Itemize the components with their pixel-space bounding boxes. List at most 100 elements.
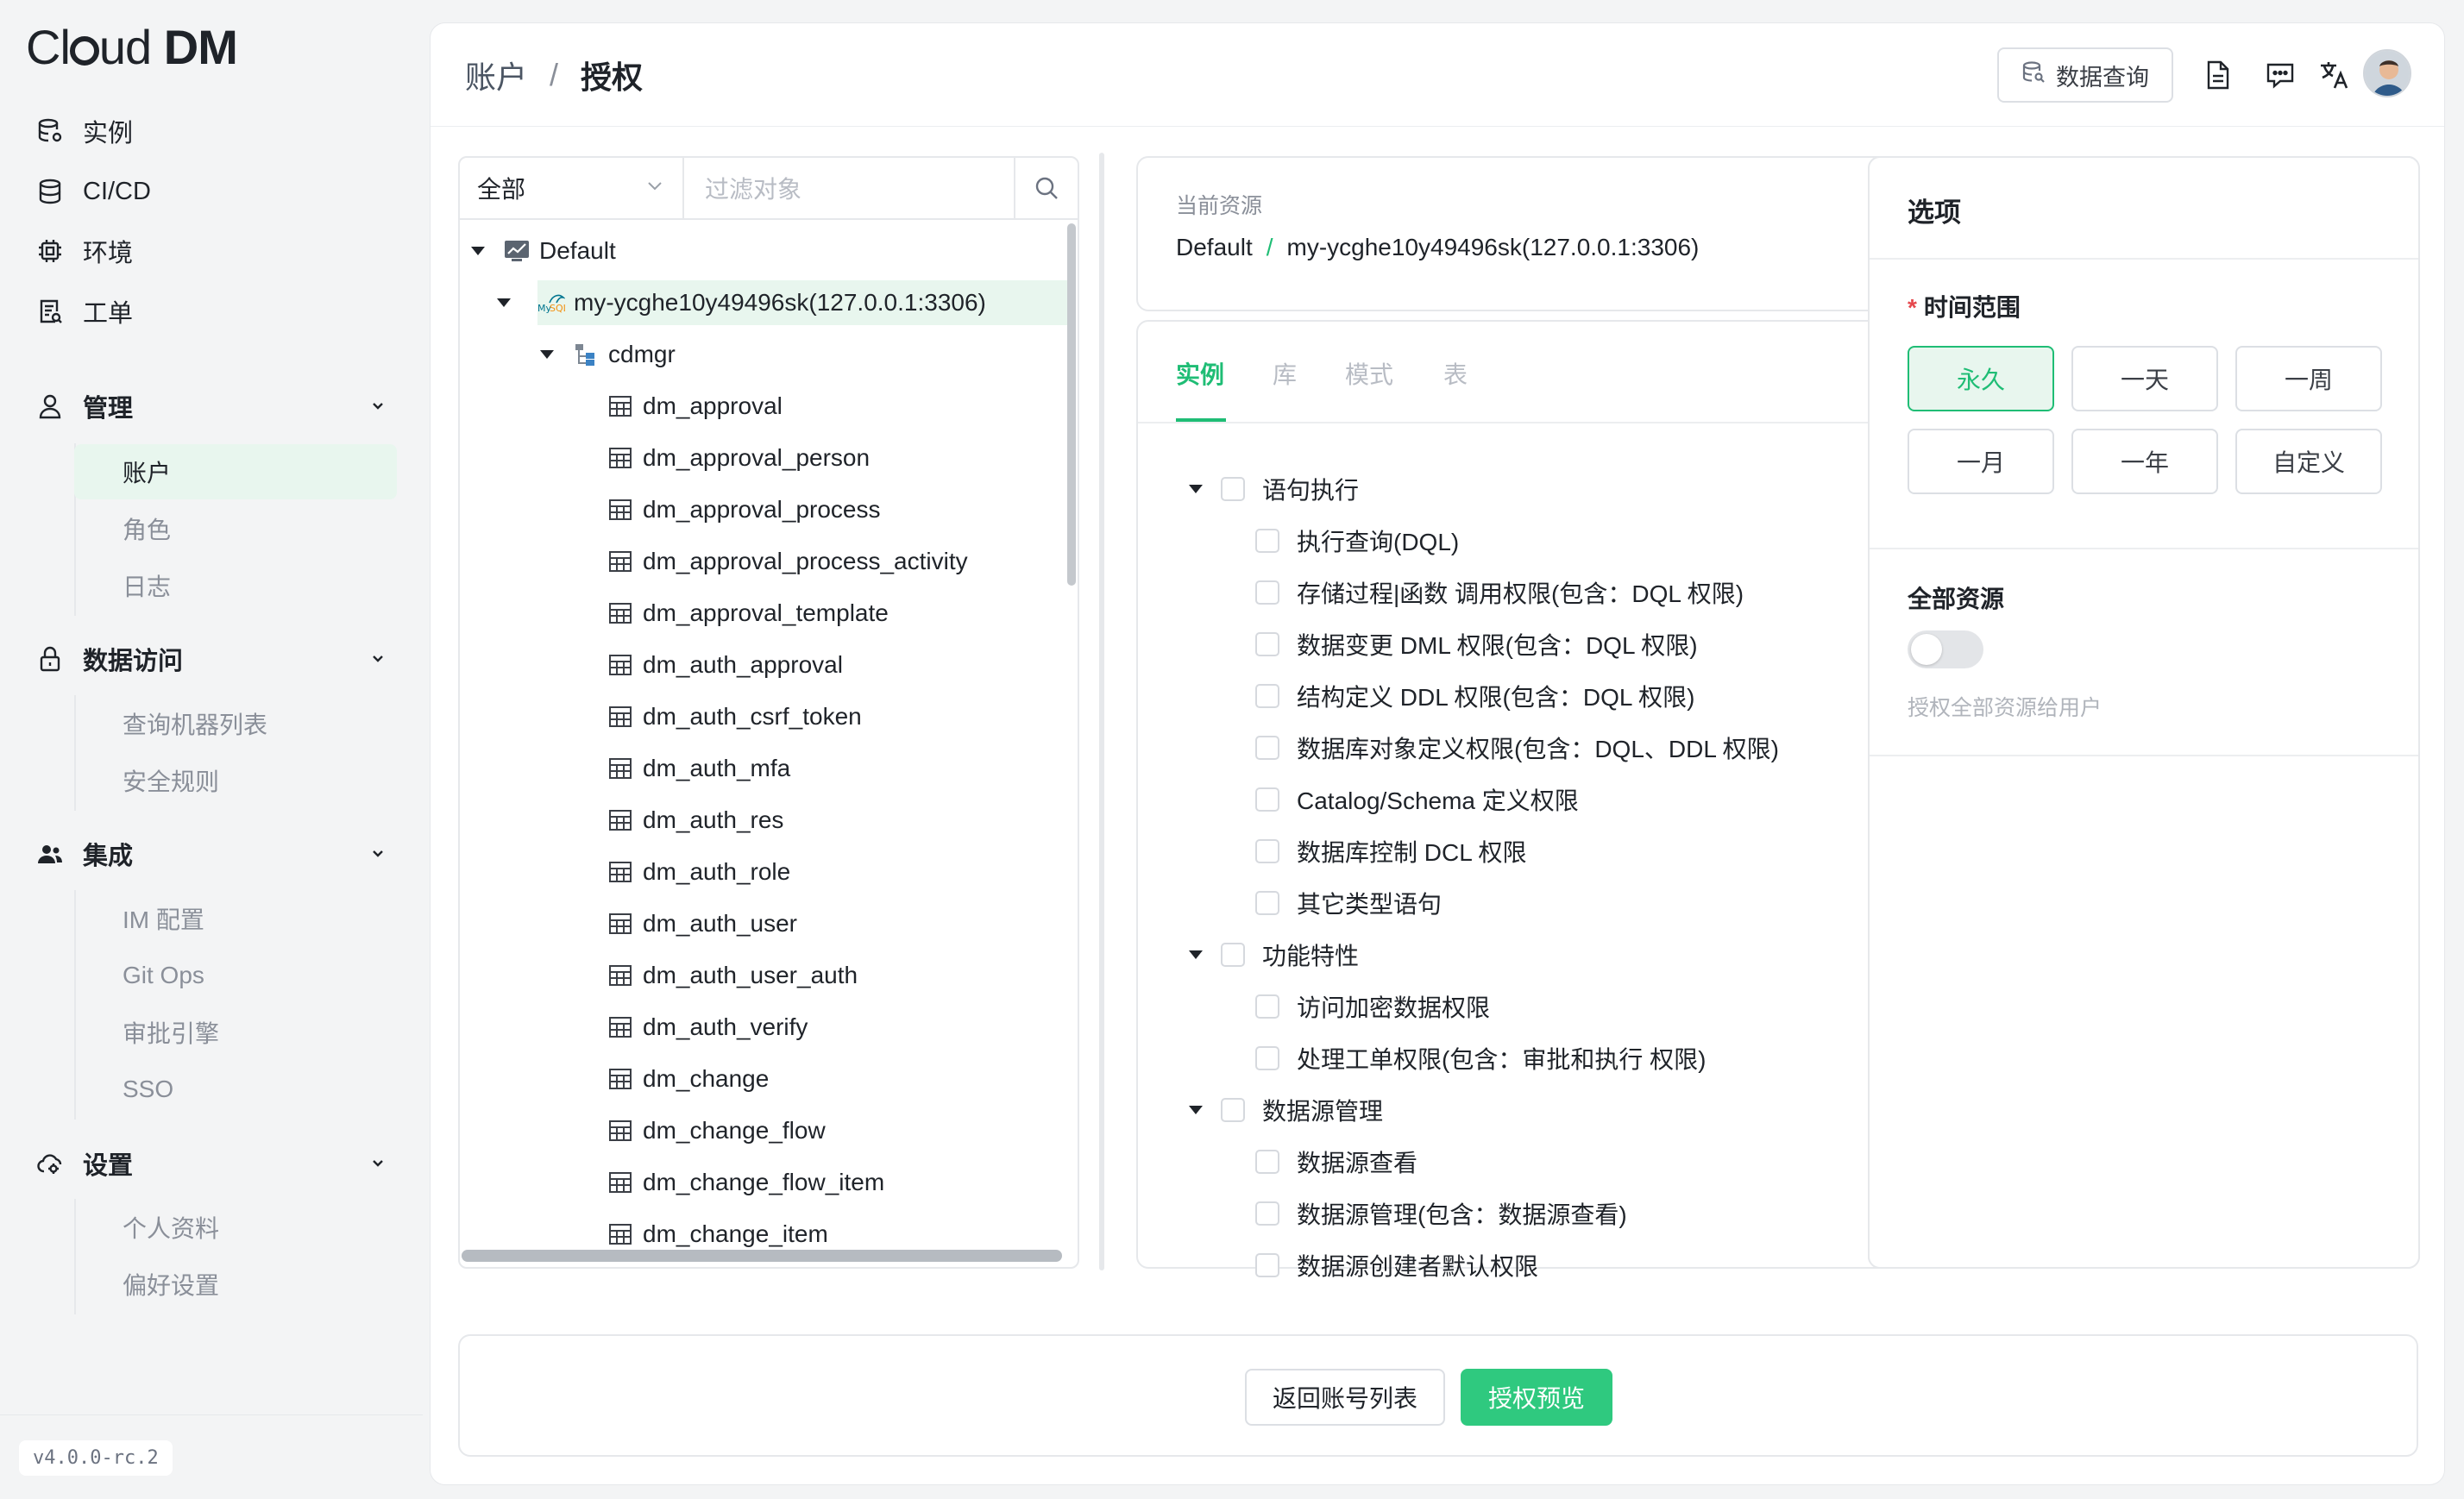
sidebar-item-roles[interactable]: 角色 <box>74 501 397 556</box>
permission-group[interactable]: 数据源管理 <box>1186 1088 1383 1132</box>
sidebar-group-management[interactable]: 管理 <box>35 383 388 430</box>
permission-item[interactable]: 数据变更 DML 权限(包含：DQL 权限) <box>1255 622 1698 667</box>
all-resources-toggle[interactable] <box>1908 630 1983 668</box>
caret-down-icon[interactable] <box>1186 480 1205 499</box>
caret-down-icon[interactable] <box>1186 945 1205 964</box>
range-custom-button[interactable]: 自定义 <box>2235 429 2382 494</box>
range-year-button[interactable]: 一年 <box>2071 429 2218 494</box>
permission-group-checkbox[interactable] <box>1221 943 1245 967</box>
chat-icon[interactable] <box>2263 58 2297 92</box>
sidebar-item-approval-engine[interactable]: 审批引擎 <box>74 1005 397 1060</box>
permission-item[interactable]: 数据源创建者默认权限 <box>1255 1243 1538 1288</box>
permission-item[interactable]: 访问加密数据权限 <box>1255 984 1490 1029</box>
permission-group[interactable]: 功能特性 <box>1186 932 1359 977</box>
permission-checkbox[interactable] <box>1255 736 1279 760</box>
tree-node-table[interactable]: dm_auth_mfa <box>607 746 790 791</box>
permission-checkbox[interactable] <box>1255 684 1279 708</box>
permission-checkbox[interactable] <box>1255 1046 1279 1070</box>
tree-node-table[interactable]: dm_auth_approval <box>607 643 843 687</box>
scope-select[interactable]: 全部 <box>460 158 684 218</box>
permission-item[interactable]: 执行查询(DQL) <box>1255 518 1459 563</box>
tree-node-database[interactable]: cdmgr <box>537 332 676 377</box>
sidebar-item-query-machines[interactable]: 查询机器列表 <box>74 696 397 751</box>
sidebar-item-profile[interactable]: 个人资料 <box>74 1200 397 1255</box>
sidebar-item-git-ops[interactable]: Git Ops <box>74 948 397 1003</box>
range-month-button[interactable]: 一月 <box>1908 429 2054 494</box>
caret-down-icon[interactable] <box>468 241 487 260</box>
caret-down-icon[interactable] <box>494 293 513 312</box>
user-avatar[interactable] <box>2363 49 2411 97</box>
tree-node-table[interactable]: dm_auth_csrf_token <box>607 694 862 739</box>
document-icon[interactable] <box>2201 58 2235 92</box>
tree-node-table[interactable]: dm_auth_res <box>607 798 783 843</box>
panel-resize-handle[interactable] <box>1099 153 1104 1270</box>
app-logo[interactable]: Cl ud DM <box>26 19 238 75</box>
sidebar-group-integration[interactable]: 集成 <box>35 831 388 877</box>
sidebar-item-cicd[interactable]: CI/CD <box>35 170 151 213</box>
tree-node-table[interactable]: dm_approval_process_activity <box>607 539 968 584</box>
sidebar-item-preferences[interactable]: 偏好设置 <box>74 1257 397 1312</box>
permission-group[interactable]: 语句执行 <box>1186 467 1359 511</box>
horizontal-scrollbar[interactable] <box>462 1250 1062 1262</box>
tab-schema[interactable]: 模式 <box>1345 356 1393 391</box>
permission-item[interactable]: 数据源管理(包含：数据源查看) <box>1255 1191 1627 1236</box>
caret-down-icon[interactable] <box>537 345 556 364</box>
filter-objects-input[interactable]: 过滤对象 <box>684 158 1015 218</box>
permission-item[interactable]: 数据库控制 DCL 权限 <box>1255 829 1527 874</box>
permission-item[interactable]: 数据源查看 <box>1255 1139 1417 1184</box>
back-to-accounts-button[interactable]: 返回账号列表 <box>1245 1369 1445 1426</box>
permission-checkbox[interactable] <box>1255 632 1279 656</box>
permission-item[interactable]: 处理工单权限(包含：审批和执行 权限) <box>1255 1036 1706 1081</box>
permission-checkbox[interactable] <box>1255 580 1279 605</box>
sidebar-item-sso[interactable]: SSO <box>74 1062 397 1117</box>
range-forever-button[interactable]: 永久 <box>1908 346 2054 411</box>
sidebar-item-accounts[interactable]: 账户 <box>74 444 397 499</box>
breadcrumb-item[interactable]: 账户 <box>465 53 527 97</box>
permission-item[interactable]: 数据库对象定义权限(包含：DQL、DDL 权限) <box>1255 725 1779 770</box>
permission-checkbox[interactable] <box>1255 529 1279 553</box>
translate-icon[interactable] <box>2316 58 2351 92</box>
permission-group-checkbox[interactable] <box>1221 477 1245 501</box>
tree-node-table[interactable]: dm_approval_template <box>607 591 889 636</box>
sidebar-item-tickets[interactable]: 工单 <box>35 290 133 333</box>
tree-node-table[interactable]: dm_approval_person <box>607 436 870 480</box>
permission-checkbox[interactable] <box>1255 994 1279 1019</box>
tree-node-table[interactable]: dm_approval <box>607 384 783 429</box>
tree-node-table[interactable]: dm_auth_user <box>607 901 797 946</box>
tree-node-instance[interactable]: MySQL my-ycghe10y49496sk(127.0.0.1:3306) <box>497 280 1069 325</box>
authorize-preview-button[interactable]: 授权预览 <box>1461 1369 1612 1426</box>
tree-node-root[interactable]: Default <box>468 229 616 273</box>
sidebar-item-instances[interactable]: 实例 <box>35 110 133 153</box>
tab-database[interactable]: 库 <box>1273 356 1297 391</box>
tree-node-table[interactable]: dm_approval_process <box>607 487 881 532</box>
tree-node-table[interactable]: dm_auth_verify <box>607 1005 808 1050</box>
sidebar-group-data-access[interactable]: 数据访问 <box>35 636 388 682</box>
range-week-button[interactable]: 一周 <box>2235 346 2382 411</box>
sidebar-item-security-rules[interactable]: 安全规则 <box>74 753 397 808</box>
permission-checkbox[interactable] <box>1255 1201 1279 1226</box>
range-day-button[interactable]: 一天 <box>2071 346 2218 411</box>
vertical-scrollbar[interactable] <box>1067 223 1076 586</box>
permission-checkbox[interactable] <box>1255 891 1279 915</box>
sidebar-item-environment[interactable]: 环境 <box>35 229 133 273</box>
caret-down-icon[interactable] <box>1186 1101 1205 1120</box>
tree-node-table[interactable]: dm_auth_user_auth <box>607 953 858 998</box>
tree-node-table[interactable]: dm_change_flow <box>607 1108 826 1153</box>
sidebar-item-logs[interactable]: 日志 <box>74 558 397 613</box>
data-query-button[interactable]: 数据查询 <box>1997 47 2173 103</box>
permission-checkbox[interactable] <box>1255 787 1279 812</box>
tree-node-table[interactable]: dm_change <box>607 1057 769 1101</box>
tree-node-table[interactable]: dm_change_flow_item <box>607 1160 884 1205</box>
permission-checkbox[interactable] <box>1255 839 1279 863</box>
tab-table[interactable]: 表 <box>1443 356 1468 391</box>
sidebar-group-settings[interactable]: 设置 <box>35 1140 388 1187</box>
permission-item[interactable]: 结构定义 DDL 权限(包含：DQL 权限) <box>1255 674 1695 718</box>
permission-item[interactable]: Catalog/Schema 定义权限 <box>1255 777 1579 822</box>
tree-node-table[interactable]: dm_auth_role <box>607 850 790 894</box>
tab-instance[interactable]: 实例 <box>1176 356 1224 391</box>
tree-node-table[interactable]: dm_change_version <box>607 1264 860 1267</box>
search-icon[interactable] <box>1015 158 1078 218</box>
permission-item[interactable]: 其它类型语句 <box>1255 881 1442 925</box>
permission-item[interactable]: 存储过程|函数 调用权限(包含：DQL 权限) <box>1255 570 1744 615</box>
sidebar-item-im-config[interactable]: IM 配置 <box>74 891 397 946</box>
